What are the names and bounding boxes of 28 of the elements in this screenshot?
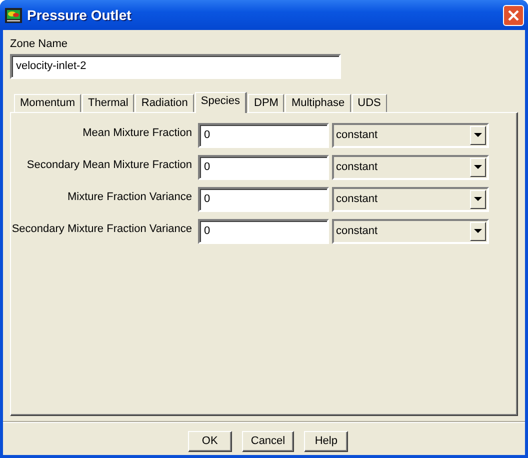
tab[interactable]: Thermal: [82, 94, 134, 112]
value-field[interactable]: 0: [198, 186, 329, 212]
app-icon: [5, 8, 22, 22]
method-dropdown[interactable]: constant: [332, 186, 489, 212]
dialog-button[interactable]: Cancel: [242, 430, 294, 452]
window-title: Pressure Outlet: [27, 6, 132, 24]
tab[interactable]: Momentum: [14, 94, 82, 112]
value-field[interactable]: 0: [198, 154, 329, 180]
tab[interactable]: Species: [194, 92, 247, 112]
method-dropdown[interactable]: constant: [332, 122, 489, 148]
tab[interactable]: Radiation: [135, 94, 194, 112]
close-icon: [508, 10, 519, 20]
method-dropdown[interactable]: constant: [332, 154, 489, 180]
method-dropdown[interactable]: constant: [332, 218, 489, 244]
value-field[interactable]: 0: [198, 122, 329, 148]
field-label: Mean Mixture Fraction: [82, 126, 193, 138]
close-button[interactable]: [503, 4, 524, 26]
dialog-button[interactable]: OK: [188, 430, 232, 452]
field-label: Secondary Mean Mixture Fraction: [26, 158, 193, 170]
tab[interactable]: DPM: [248, 94, 284, 112]
tab[interactable]: Multiphase: [285, 94, 351, 112]
tab[interactable]: UDS: [352, 94, 387, 112]
dialog-button[interactable]: Help: [304, 430, 348, 452]
zone-name-label: Zone Name: [10, 37, 68, 52]
zone-name-field[interactable]: velocity-inlet-2: [10, 54, 341, 78]
field-label: Secondary Mixture Fraction Variance: [12, 222, 193, 234]
value-field[interactable]: 0: [198, 218, 329, 244]
field-label: Mixture Fraction Variance: [67, 190, 193, 202]
